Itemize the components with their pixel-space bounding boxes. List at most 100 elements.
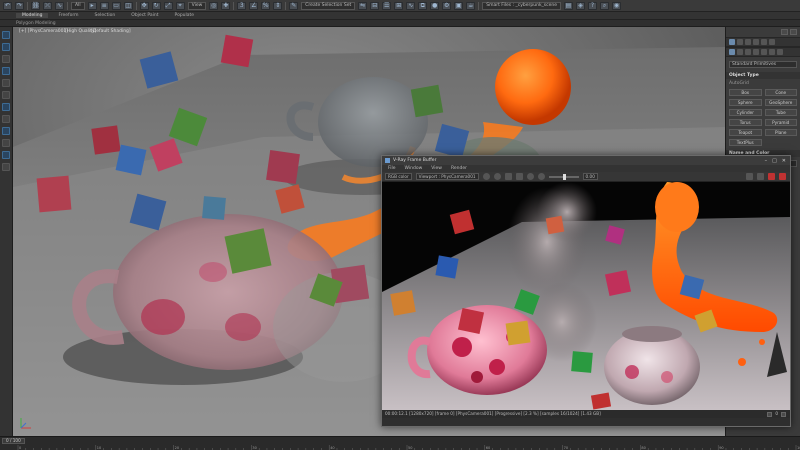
interactive-render-icon[interactable] (757, 173, 764, 180)
isolate-icon[interactable] (2, 67, 10, 75)
tab-modeling[interactable]: Modeling (16, 13, 49, 18)
color-corrections-icon[interactable] (526, 173, 534, 180)
load-image-icon[interactable] (515, 173, 523, 180)
time-slider-counter[interactable]: 0 / 100 (2, 438, 25, 444)
channel-dropdown[interactable]: RGB color (385, 173, 412, 180)
rotate-icon[interactable]: ↻ (151, 1, 161, 10)
primitive-type-dropdown[interactable]: Standard Primitives (729, 61, 797, 68)
viewport-camera-label[interactable]: [+] [PhysCamera001] (19, 29, 68, 34)
mirror-icon[interactable]: ⇋ (358, 1, 368, 10)
unlink-icon[interactable]: ⤫ (43, 1, 52, 10)
zoom-slider-knob[interactable] (562, 173, 566, 180)
curve-editor-icon[interactable]: ∿ (406, 1, 416, 10)
pivot-center-icon[interactable]: ◎ (209, 1, 219, 10)
help-icon[interactable]: ? (588, 1, 598, 10)
layer-manager-icon[interactable]: ☰ (382, 1, 392, 10)
window-crossing-icon[interactable]: ◫ (123, 1, 133, 10)
status-options-icon[interactable] (781, 411, 786, 417)
bind-space-warp-icon[interactable]: ∿ (55, 1, 64, 10)
select-by-name-icon[interactable]: ≡ (99, 1, 109, 10)
region-render-icon[interactable] (493, 173, 501, 180)
cone-button[interactable]: Cone (764, 89, 797, 96)
track-mouse-icon[interactable] (482, 173, 490, 180)
minimize-icon[interactable]: – (765, 158, 768, 164)
selection-filter-dropdown[interactable]: All (71, 1, 85, 10)
display-filter-icon[interactable] (2, 55, 10, 63)
hide-icon[interactable] (2, 91, 10, 99)
workspace-dropdown[interactable]: Smart Files : _cyberpunk_scene (482, 1, 562, 10)
modify-tab-icon[interactable] (737, 39, 743, 45)
schematic-view-icon[interactable]: ⧉ (418, 1, 428, 10)
tube-button[interactable]: Tube (764, 109, 797, 116)
expand-icon[interactable] (2, 163, 10, 171)
panel-close-icon[interactable] (790, 29, 797, 35)
material-editor-icon[interactable]: ● (430, 1, 440, 10)
stop-render-icon[interactable] (768, 173, 775, 180)
panel-pin-icon[interactable] (781, 29, 788, 35)
sphere-button[interactable]: Sphere (729, 99, 762, 106)
box-button[interactable]: Box (729, 89, 762, 96)
tab-populate[interactable]: Populate (169, 13, 201, 18)
cameras-icon[interactable] (753, 49, 759, 55)
undo-icon[interactable]: ↶ (3, 1, 12, 10)
save-image-icon[interactable] (504, 173, 512, 180)
reference-coordinate-dropdown[interactable]: View (187, 1, 207, 10)
menu-file[interactable]: File (388, 165, 396, 172)
freeze-icon[interactable] (2, 103, 10, 111)
spacewarps-icon[interactable] (769, 49, 775, 55)
timeline-ruler[interactable]: 0102030405060708090100 (14, 445, 800, 450)
percent-snap-icon[interactable]: % (261, 1, 271, 10)
textplus-button[interactable]: TextPlus (729, 139, 762, 146)
hierarchy-tab-icon[interactable] (745, 39, 751, 45)
redo-icon[interactable]: ↷ (15, 1, 24, 10)
geosphere-button[interactable]: GeoSphere (764, 99, 797, 106)
scene-explorer-toggle-icon[interactable] (2, 79, 10, 87)
maximize-icon[interactable]: □ (772, 158, 777, 164)
search-icon[interactable]: ⌕ (600, 1, 610, 10)
lights-icon[interactable] (745, 49, 751, 55)
select-mode-icon[interactable] (2, 43, 10, 51)
geometry-icon[interactable] (729, 49, 735, 55)
teapot-button[interactable]: Teapot (729, 129, 762, 136)
tab-selection[interactable]: Selection (89, 13, 122, 18)
zoom-value[interactable]: 0.00 (582, 173, 598, 180)
select-object-icon[interactable]: ▸ (87, 1, 97, 10)
camera-dropdown[interactable]: Viewport : PhysCamera001 (415, 173, 479, 180)
shapes-icon[interactable] (737, 49, 743, 55)
systems-icon[interactable] (777, 49, 783, 55)
move-icon[interactable]: ✥ (139, 1, 149, 10)
pyramid-button[interactable]: Pyramid (764, 119, 797, 126)
autogrid-checkbox[interactable]: AutoGrid (729, 81, 797, 86)
helpers-icon[interactable] (761, 49, 767, 55)
layer-icon[interactable] (2, 139, 10, 147)
display-tab-icon[interactable] (761, 39, 767, 45)
sort-icon[interactable] (2, 115, 10, 123)
scene-explorer-icon[interactable]: ⊞ (394, 1, 404, 10)
rendered-image[interactable] (382, 182, 790, 410)
render-production-icon[interactable]: ☕ (466, 1, 476, 10)
torus-button[interactable]: Torus (729, 119, 762, 126)
snap-3d-icon[interactable]: 3 (237, 1, 247, 10)
select-manipulate-icon[interactable]: ✚ (221, 1, 231, 10)
menu-render[interactable]: Render (451, 165, 467, 172)
create-tab-icon[interactable] (729, 39, 735, 45)
edit-named-selection-icon[interactable]: ✎ (289, 1, 299, 10)
sign-in-icon[interactable]: ◉ (612, 1, 622, 10)
spinner-snap-icon[interactable]: ⇕ (273, 1, 283, 10)
align-icon[interactable]: ⊟ (370, 1, 380, 10)
folder-icon[interactable]: ▤ (564, 1, 574, 10)
status-lock-icon[interactable] (767, 411, 773, 417)
tab-object-paint[interactable]: Object Paint (125, 13, 164, 18)
rectangle-selection-icon[interactable]: ▭ (111, 1, 121, 10)
link-icon[interactable]: ⛓ (31, 1, 40, 10)
menu-window[interactable]: Window (405, 165, 423, 172)
utilities-tab-icon[interactable] (769, 39, 775, 45)
scale-icon[interactable]: ⤢ (163, 1, 173, 10)
place-icon[interactable]: ⌖ (175, 1, 185, 10)
rendered-frame-window-icon[interactable]: ▣ (454, 1, 464, 10)
zoom-slider[interactable] (548, 173, 579, 180)
plane-button[interactable]: Plane (764, 129, 797, 136)
menu-view[interactable]: View (431, 165, 442, 172)
named-selection-dropdown[interactable]: Create Selection Set (301, 1, 356, 10)
render-settings-icon[interactable] (746, 173, 753, 180)
